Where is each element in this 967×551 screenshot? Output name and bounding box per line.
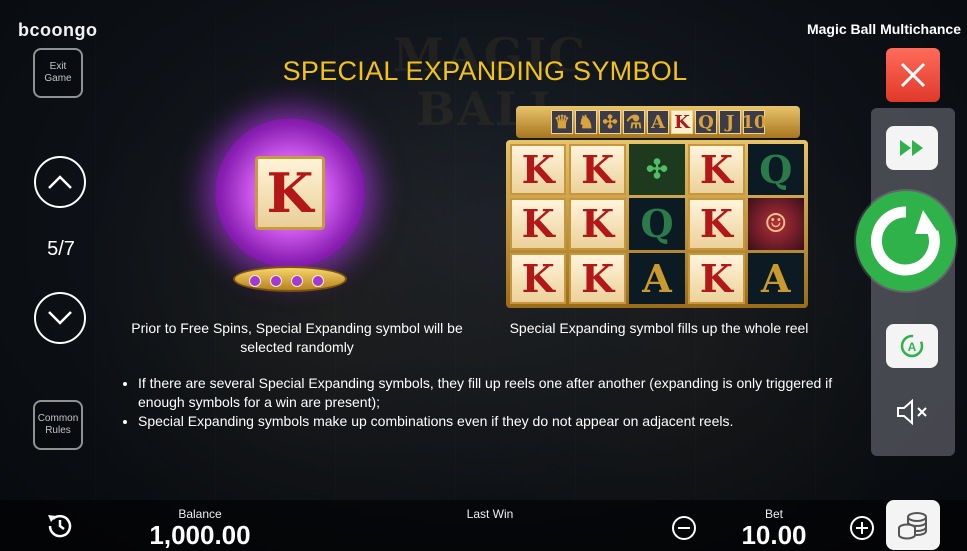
history-icon [48,514,72,538]
page-up-button[interactable] [34,156,86,208]
svg-text:A: A [908,340,917,354]
rule-item: Special Expanding symbols make up combin… [138,412,838,431]
coins-icon [898,512,927,540]
last-win-label: Last Win [466,507,514,521]
paytable-symbol: ✣ [599,110,621,134]
exit-game-label: Exit Game [44,61,72,84]
crystal-ball-illustration: K [205,118,375,298]
reel-symbol: K [688,252,745,304]
reel-symbol: K [510,198,567,250]
gem-icon [291,275,303,287]
orb-symbol-tile: K [255,156,325,230]
plus-icon [850,516,874,540]
reel-symbol: K [688,144,745,196]
turbo-button[interactable] [886,126,938,170]
reel-symbol: K [569,144,626,196]
reel-symbol: ☺ [747,198,804,250]
paytable-strip: ♛ ♞ ✣ ⚗ A K Q J 10 [516,106,800,138]
page-title: SPECIAL EXPANDING SYMBOL [282,56,688,86]
caption-left: Prior to Free Spins, Special Expanding s… [131,320,463,355]
game-title: Magic Ball Multichance [806,21,961,37]
mute-icon [897,398,927,426]
brand-logo: bcoongo [18,20,98,40]
bet-value: 10.00 [741,520,807,550]
paytable-symbol: Q [695,110,717,134]
paytable-symbol: 10 [741,110,767,134]
autoplay-icon: A [900,334,924,358]
paytable-symbol: ♞ [575,110,597,134]
bet-settings-button[interactable] [886,500,940,550]
minus-icon [672,516,696,540]
reel-symbol: K [510,144,567,196]
sound-toggle[interactable] [894,398,934,426]
close-button[interactable] [886,48,940,102]
common-rules-button[interactable]: Common Rules [33,400,83,450]
reel-symbol: A [628,252,686,304]
orb-base [233,266,347,292]
close-icon [900,62,926,88]
gem-icon [270,275,282,287]
chevron-up-icon [48,175,72,189]
gem-icon [312,275,324,287]
reel-symbol: ✣ [628,144,686,196]
paytable-symbol: K [671,110,693,134]
spin-button[interactable] [856,191,956,291]
reel-example: ♛ ♞ ✣ ⚗ A K Q J 10 K K ✣ K Q K K Q K ☺ K K A K A [506,104,808,308]
paytable-symbol: ♛ [551,110,573,134]
rule-item: If there are several Special Expanding s… [138,374,838,412]
page-down-button[interactable] [34,292,86,344]
history-button[interactable] [44,510,76,542]
bet-decrease-button[interactable] [670,514,698,542]
reel-grid: K K ✣ K Q K K Q K ☺ K K A K A [506,140,808,308]
common-rules-label: Common Rules [37,413,79,436]
caption-right: Special Expanding symbol fills up the wh… [509,320,809,336]
bet-label: Bet [764,507,783,521]
paytable-symbol: J [719,110,741,134]
balance-value: 1,000.00 [149,520,251,550]
page-indicator: 5/7 [47,238,75,260]
reel-symbol: K [510,252,567,304]
balance-label: Balance [178,507,222,521]
reel-symbol: K [688,198,745,250]
gem-icon [249,275,261,287]
fast-forward-icon [900,140,923,156]
autoplay-button[interactable]: A [886,324,938,368]
reel-symbol: Q [628,198,686,250]
exit-game-button[interactable]: Exit Game [33,48,83,98]
paytable-symbol: A [647,110,669,134]
reel-symbol: K [569,198,626,250]
reel-symbol: A [747,252,804,304]
paytable-symbol: ⚗ [623,110,645,134]
bet-increase-button[interactable] [848,514,876,542]
rules-list: If there are several Special Expanding s… [118,374,838,431]
chevron-down-icon [48,311,72,325]
reel-symbol: K [569,252,626,304]
reel-symbol: Q [747,144,804,196]
spin-icon [870,206,940,276]
